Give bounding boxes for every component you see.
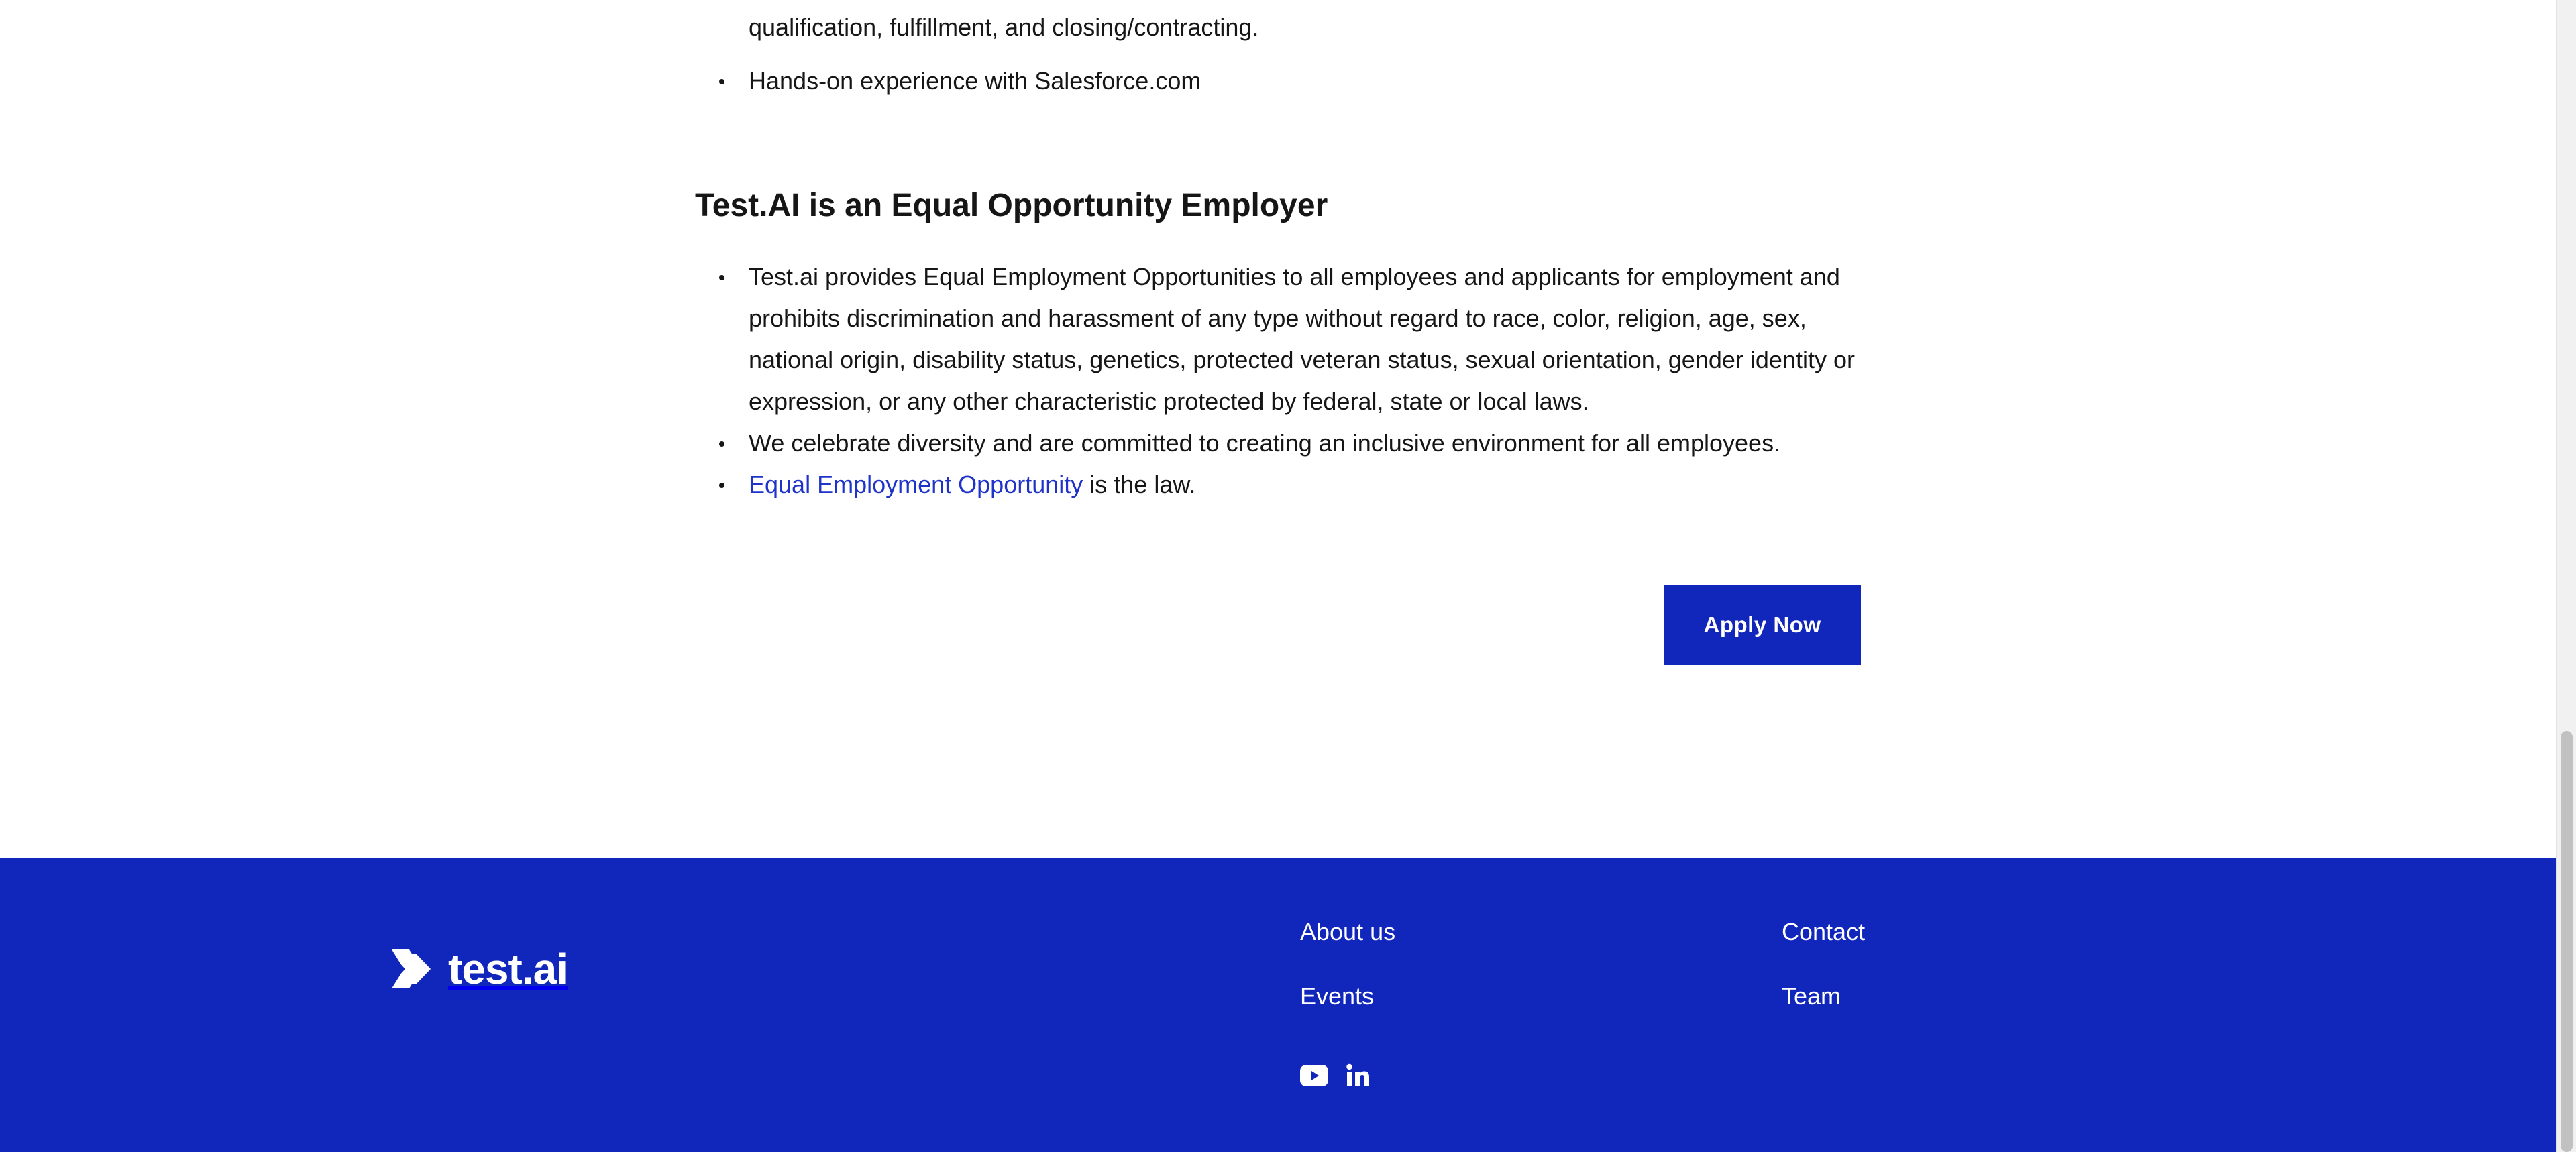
footer-link-about[interactable]: About us bbox=[1300, 917, 1395, 947]
eeo-list: Test.ai provides Equal Employment Opport… bbox=[695, 256, 1916, 506]
eeo-law-link[interactable]: Equal Employment Opportunity bbox=[749, 471, 1083, 498]
list-item: qualification, fulfillment, and closing/… bbox=[749, 13, 1259, 41]
youtube-icon[interactable] bbox=[1300, 1065, 1328, 1090]
list-item: Hands-on experience with Salesforce.com bbox=[719, 60, 1916, 102]
linkedin-icon[interactable] bbox=[1346, 1063, 1370, 1091]
footer-link-contact[interactable]: Contact bbox=[1782, 917, 1865, 947]
list-item: Equal Employment Opportunity is the law. bbox=[719, 464, 1916, 506]
footer-link-team[interactable]: Team bbox=[1782, 982, 1841, 1011]
page: qualification, fulfillment, and closing/… bbox=[0, 0, 2576, 1152]
list-item: Test.ai provides Equal Employment Opport… bbox=[719, 256, 1882, 422]
eeo-heading: Test.AI is an Equal Opportunity Employer bbox=[695, 188, 1328, 223]
eeo-law-suffix: is the law. bbox=[1083, 471, 1196, 498]
test-ai-logo-icon bbox=[392, 949, 431, 988]
footer-logo[interactable]: test.ai bbox=[392, 944, 568, 994]
scrollbar-thumb[interactable] bbox=[2561, 731, 2573, 1152]
logo-text: test.ai bbox=[448, 945, 568, 993]
requirements-list: qualification, fulfillment, and closing/… bbox=[695, 7, 1916, 102]
social-links bbox=[1300, 1063, 1370, 1091]
footer-link-events[interactable]: Events bbox=[1300, 982, 1374, 1011]
vertical-scrollbar[interactable] bbox=[2556, 0, 2576, 1152]
footer: test.ai About us Events Contact Team bbox=[0, 858, 2556, 1152]
apply-now-button[interactable]: Apply Now bbox=[1664, 585, 1861, 665]
list-item: We celebrate diversity and are committed… bbox=[719, 422, 1916, 464]
